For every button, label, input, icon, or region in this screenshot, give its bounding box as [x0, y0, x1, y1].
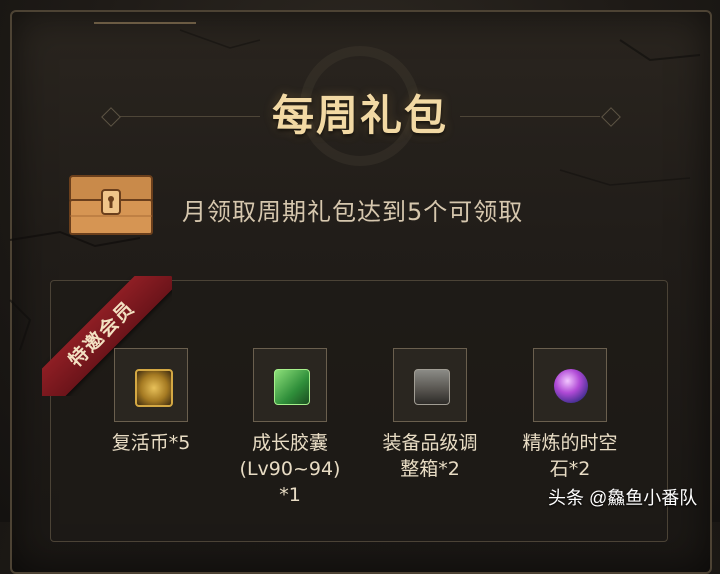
- equipment-grade-box-icon: [414, 369, 450, 405]
- item-label: 成长胶囊 (Lv90~94) *1: [239, 432, 341, 506]
- item-slot[interactable]: [393, 348, 467, 422]
- page-title: 每周礼包: [271, 91, 448, 140]
- watermark-text: 头条 @鱻鱼小番队: [548, 488, 698, 508]
- reward-item-time-stone[interactable]: 精炼的时空 石*2: [505, 348, 635, 482]
- revival-coin-icon: [135, 369, 173, 407]
- reward-item-equipment-box[interactable]: 装备品级调 整箱*2: [365, 348, 495, 482]
- item-slot[interactable]: [253, 348, 327, 422]
- reward-item-revival-coin[interactable]: 复活币*5: [86, 348, 216, 456]
- reward-item-growth-capsule[interactable]: 成长胶囊 (Lv90~94) *1: [225, 348, 355, 508]
- treasure-chest-icon: [69, 175, 153, 235]
- item-label: 装备品级调 整箱*2: [382, 432, 478, 480]
- item-slot[interactable]: [533, 348, 607, 422]
- item-slot[interactable]: [114, 348, 188, 422]
- top-tab-decoration: [94, 6, 196, 24]
- refined-time-stone-icon: [554, 369, 588, 403]
- growth-capsule-icon: [274, 369, 310, 405]
- reward-condition-text: 月领取周期礼包达到5个可领取: [182, 198, 524, 226]
- item-label: 复活币*5: [111, 432, 191, 454]
- item-label: 精炼的时空 石*2: [522, 432, 618, 480]
